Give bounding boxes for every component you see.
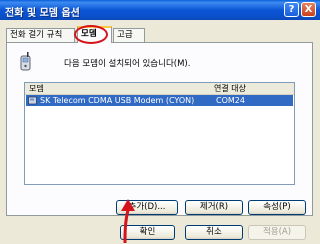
highlight-circle: [74, 25, 108, 44]
tab-dialing-rules[interactable]: 전화 걸기 규칙: [6, 28, 75, 42]
ok-button[interactable]: 확인: [120, 225, 175, 240]
window-title: 전화 및 모뎀 옵션: [5, 8, 80, 19]
properties-button[interactable]: 속성(P): [248, 200, 306, 215]
list-item[interactable]: SK Telecom CDMA USB Modem (CYON) COM24: [26, 95, 293, 106]
modem-icon: [20, 52, 31, 71]
title-bar: 전화 및 모뎀 옵션 ? X: [0, 0, 320, 20]
modem-name: SK Telecom CDMA USB Modem (CYON): [40, 96, 195, 105]
apply-button[interactable]: 적용(A): [248, 225, 306, 240]
modem-row-icon: [28, 96, 37, 105]
help-button[interactable]: ?: [284, 2, 299, 17]
column-header-modem[interactable]: 모뎀: [29, 83, 44, 94]
list-header: 모뎀 연결 대상: [25, 83, 294, 95]
tab-advanced[interactable]: 고급: [113, 28, 145, 42]
column-header-port[interactable]: 연결 대상: [214, 83, 246, 94]
remove-button[interactable]: 제거(R): [185, 200, 243, 215]
cancel-button[interactable]: 취소: [185, 225, 243, 240]
modem-list[interactable]: 모뎀 연결 대상 SK Telecom CDMA USB Modem (CYON…: [24, 82, 295, 185]
modem-port: COM24: [216, 96, 245, 105]
add-button[interactable]: 추가(D)...: [116, 200, 178, 215]
close-button[interactable]: X: [301, 2, 316, 17]
installed-modems-label: 다음 모뎀이 설치되어 있습니다(M).: [64, 59, 191, 69]
